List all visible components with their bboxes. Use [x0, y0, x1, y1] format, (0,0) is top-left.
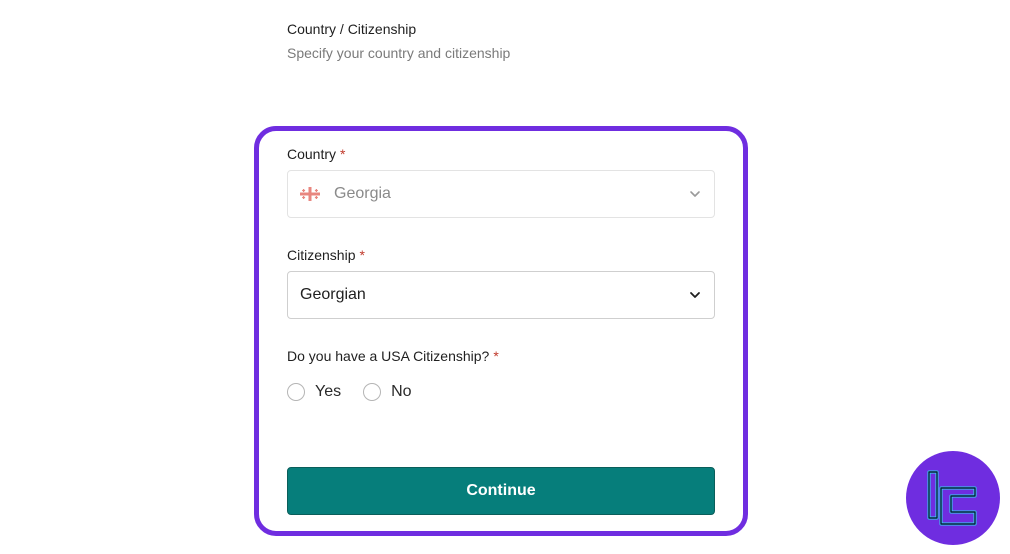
- radio-yes[interactable]: [287, 383, 305, 401]
- radio-yes-label: Yes: [315, 383, 342, 400]
- country-value: Georgia: [334, 185, 391, 202]
- brand-logo-icon: [927, 470, 977, 526]
- brand-logo: [906, 451, 1000, 545]
- citizenship-select[interactable]: Georgian: [287, 271, 715, 319]
- radio-option-no[interactable]: No: [363, 383, 412, 401]
- section-subtitle: Specify your country and citizenship: [287, 45, 511, 61]
- georgia-flag-icon: [300, 187, 320, 201]
- chevron-down-icon: [688, 187, 702, 201]
- required-mark: *: [340, 146, 346, 162]
- country-label: Country *: [287, 146, 346, 162]
- radio-no-label: No: [391, 383, 412, 400]
- section-title: Country / Citizenship: [287, 21, 417, 37]
- citizenship-value: Georgian: [300, 286, 366, 303]
- radio-option-yes[interactable]: Yes: [287, 383, 341, 401]
- citizenship-label: Citizenship *: [287, 247, 365, 263]
- required-mark: *: [359, 247, 365, 263]
- country-select[interactable]: Georgia: [287, 170, 715, 218]
- usa-citizenship-radio-group: Yes No: [287, 383, 434, 401]
- usa-citizenship-label: Do you have a USA Citizenship? *: [287, 348, 499, 364]
- radio-no[interactable]: [363, 383, 382, 401]
- chevron-down-icon: [688, 288, 702, 302]
- required-mark: *: [493, 348, 499, 364]
- continue-button[interactable]: Continue: [287, 467, 715, 515]
- section-header: Country / Citizenship Specify your count…: [287, 20, 510, 62]
